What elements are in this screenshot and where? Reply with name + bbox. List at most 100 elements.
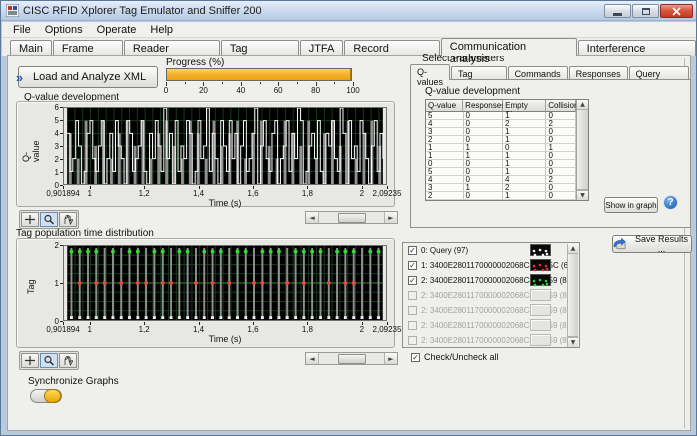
x-tick-label: 2,09235	[373, 189, 402, 198]
item-checkbox[interactable]: ✓	[408, 246, 417, 255]
save-results-label: Save Results ...	[632, 234, 691, 254]
tag-checkbox-list: ✓0: Query (97)✓1: 3400E2801170000002068C…	[402, 242, 580, 348]
table-scrollbar[interactable]: ▲▼	[576, 100, 588, 200]
tag-list-scrollbar[interactable]: ▲ ▼	[567, 244, 578, 347]
scroll-up-icon[interactable]: ▲	[568, 244, 578, 254]
minimize-button[interactable]	[604, 4, 631, 18]
show-in-graph-button[interactable]: Show in graph	[604, 197, 658, 213]
pan-tool-button[interactable]	[59, 212, 77, 227]
tab-jtfa[interactable]: JTFA	[300, 40, 344, 56]
item-checkbox[interactable]	[408, 291, 417, 300]
scroll-left-icon[interactable]: ◄	[306, 353, 319, 364]
zoom-tool-button[interactable]	[40, 212, 58, 227]
x-tick-mark	[63, 186, 64, 189]
app-window: CISC RFID Xplorer Tag Emulator and Sniff…	[0, 0, 697, 436]
tab-communication-analysis[interactable]: Communication analysis	[441, 38, 577, 56]
item-checkbox[interactable]	[408, 306, 417, 315]
scrollbar-thumb[interactable]	[577, 110, 588, 190]
list-item[interactable]: 2: 3400E2801170000002068C810D59 (83)	[403, 318, 579, 333]
parameters-panel-title: Q-value development	[425, 86, 520, 97]
x-tick-label: 0,901894	[46, 189, 79, 198]
scroll-right-icon[interactable]: ►	[384, 353, 397, 364]
ruler-tick	[222, 82, 223, 84]
param-tab-q-values[interactable]: Q-values	[410, 64, 450, 80]
crosshair-tool-button[interactable]	[21, 353, 39, 368]
list-item[interactable]: ✓2: 3400E2801170000002068C810D59 (83)	[403, 273, 579, 288]
tab-frame-info[interactable]: Frame info	[53, 40, 123, 56]
zoom-tool-button[interactable]	[40, 353, 58, 368]
tab-reader-analysis[interactable]: Reader analysis	[124, 40, 220, 56]
app-icon	[6, 4, 19, 17]
item-checkbox[interactable]: ✓	[408, 261, 417, 270]
check-uncheck-all-checkbox[interactable]: ✓	[411, 353, 420, 362]
maximize-button[interactable]	[632, 4, 659, 18]
pan-tool-button[interactable]	[59, 353, 77, 368]
help-question-mark: ?	[667, 197, 673, 208]
x-tick-mark	[307, 322, 308, 325]
y-tick-label: 6	[43, 103, 59, 112]
list-item[interactable]: 2: 3400E2801170000002068C810D59 (83)	[403, 303, 579, 318]
crosshair-tool-icon	[24, 214, 36, 225]
qvalue-plot[interactable]	[63, 107, 387, 185]
column-header-empty-slots[interactable]: Empty Slots	[503, 100, 546, 112]
tag-population-plot[interactable]	[63, 245, 387, 321]
ruler-tick	[260, 82, 261, 84]
x-tick-label: 1,6	[247, 325, 258, 334]
menu-options[interactable]: Options	[38, 23, 90, 37]
scrollbar-thumb[interactable]	[568, 254, 578, 337]
qvalue-table[interactable]: Q-valueResponsesEmpty SlotsCollisions501…	[425, 99, 589, 201]
item-checkbox[interactable]	[408, 336, 417, 345]
param-tab-tag-population[interactable]: Tag population	[451, 66, 507, 80]
scroll-up-icon[interactable]: ▲	[577, 100, 588, 110]
list-item[interactable]: ✓1: 3400E2801170000002068C810D5C (67)	[403, 258, 579, 273]
param-tab-commands[interactable]: Commands	[508, 66, 568, 80]
table-cell: 2	[503, 120, 546, 128]
menu-operate[interactable]: Operate	[90, 23, 144, 37]
param-tab-responses[interactable]: Responses	[569, 66, 628, 80]
graph1-hscrollbar[interactable]: ◄ ►	[305, 211, 398, 224]
table-cell: 4	[503, 176, 546, 184]
scroll-down-icon[interactable]: ▼	[577, 190, 588, 200]
list-item[interactable]: ✓0: Query (97)	[403, 243, 579, 258]
crosshair-tool-button[interactable]	[21, 212, 39, 227]
table-cell: 1	[503, 112, 546, 120]
x-tick-mark	[90, 322, 91, 325]
x-tick-label: 0,901894	[46, 325, 79, 334]
scroll-left-icon[interactable]: ◄	[306, 212, 319, 223]
list-item[interactable]: 2: 3400E2801170000002068C810D59 (83)	[403, 288, 579, 303]
param-tab-query-parameters[interactable]: Query Parameters	[629, 66, 690, 80]
double-chevron-icon: »	[16, 70, 23, 85]
x-tick-label: 1,8	[302, 325, 313, 334]
scroll-down-icon[interactable]: ▼	[568, 337, 578, 347]
list-item[interactable]: 2: 3400E2801170000002068C810D59 (83)	[403, 333, 579, 348]
load-analyze-xml-button[interactable]: » Load and Analyze XML	[18, 66, 158, 88]
ruler-tick	[185, 82, 186, 84]
ruler-tick	[334, 82, 335, 84]
x-tick-label: 1,4	[193, 189, 204, 198]
table-cell: 1	[503, 192, 546, 200]
item-checkbox[interactable]: ✓	[408, 276, 417, 285]
progress-fill	[167, 69, 351, 80]
tab-interference-analysis[interactable]: Interference analysis	[578, 40, 696, 56]
tab-main[interactable]: Main	[10, 40, 52, 56]
tab-tag-analysis[interactable]: Tag analysis	[221, 40, 299, 56]
x-tick-label: 2,09235	[373, 325, 402, 334]
y-tick-label: 1	[43, 168, 59, 177]
table-cell: 1	[503, 152, 546, 160]
table-cell: 1	[503, 136, 546, 144]
item-checkbox[interactable]	[408, 321, 417, 330]
save-results-button[interactable]: Save Results ...	[612, 235, 692, 253]
close-button[interactable]	[660, 4, 693, 18]
scrollbar-thumb[interactable]	[338, 354, 366, 364]
synchronize-graphs-toggle[interactable]	[30, 389, 62, 403]
menu-help[interactable]: Help	[143, 23, 180, 37]
scrollbar-thumb[interactable]	[338, 213, 366, 223]
menu-file[interactable]: File	[6, 23, 38, 37]
help-icon[interactable]: ?	[663, 195, 678, 210]
x-axis-label: Time (s)	[209, 198, 242, 208]
ruler-tick-label: 20	[199, 86, 208, 95]
scroll-right-icon[interactable]: ►	[384, 212, 397, 223]
title-bar[interactable]: CISC RFID Xplorer Tag Emulator and Sniff…	[1, 1, 697, 21]
graph2-hscrollbar[interactable]: ◄ ►	[305, 352, 398, 365]
table-row[interactable]: 2010	[426, 192, 588, 200]
